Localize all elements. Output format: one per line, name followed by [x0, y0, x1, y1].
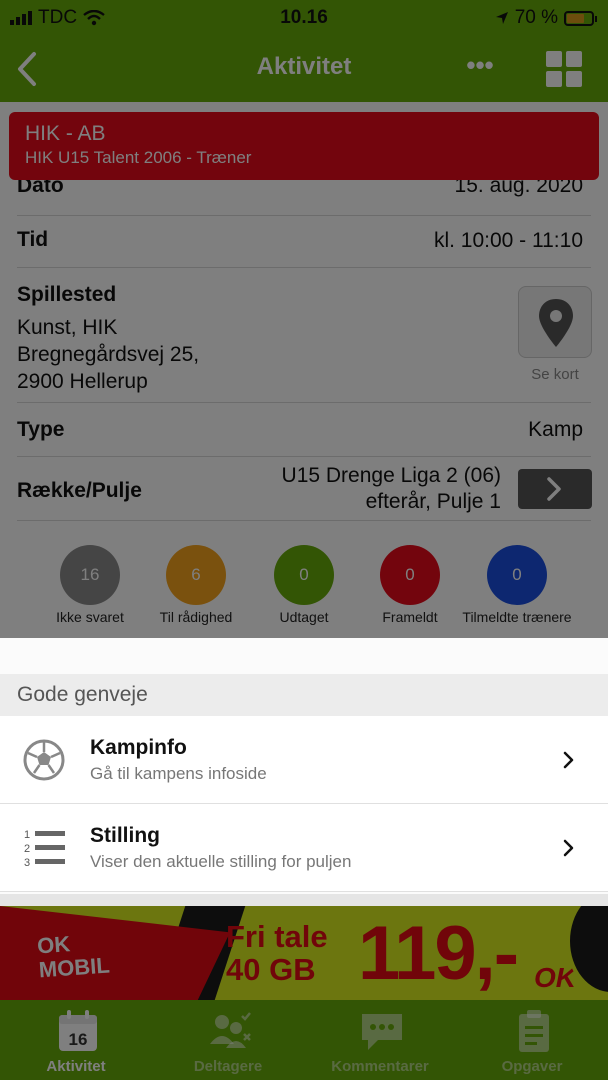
venue-city: 2900 Hellerup	[17, 370, 148, 393]
shortcut-subtitle: Viser den aktuelle stilling for puljen	[90, 852, 352, 871]
tab-aktivitet[interactable]: 16 Aktivitet	[0, 1000, 152, 1080]
page-title: Aktivitet	[256, 53, 352, 80]
stat-not-answered[interactable]: 16 Ikke svaret	[35, 545, 145, 626]
shortcut-title: Kampinfo	[90, 736, 187, 759]
ad-brand: OK MOBIL	[36, 931, 111, 983]
tab-label: Kommentarer	[331, 1058, 429, 1075]
time-row: Tid kl. 10:00 - 11:10	[17, 216, 591, 268]
event-title: HIK - AB	[25, 122, 106, 145]
event-header[interactable]: HIK - AB HIK U15 Talent 2006 - Træner	[9, 112, 599, 180]
stat-selected[interactable]: 0 Udtaget	[249, 545, 359, 626]
ranked-list-icon: 1 2 3	[24, 829, 65, 869]
ad-offer: Fri tale 40 GB	[226, 919, 328, 987]
chevron-right-icon	[563, 751, 574, 769]
stat-circle: 0	[380, 545, 440, 605]
map-pin-icon	[539, 299, 573, 347]
type-label: Type	[17, 418, 65, 441]
participants-icon	[210, 1012, 251, 1048]
svg-text:1: 1	[24, 829, 30, 841]
stat-circle: 16	[60, 545, 120, 605]
tab-opgaver[interactable]: Opgaver	[456, 1000, 608, 1080]
status-bar: TDC 10.16 70 %	[0, 0, 608, 36]
svg-text:2: 2	[24, 843, 30, 855]
battery-icon	[564, 10, 597, 26]
venue-address: Bregnegårdsvej 25,	[17, 343, 200, 366]
division-name: U15 Drenge Liga 2 (06)	[281, 464, 501, 487]
comments-icon	[362, 1014, 402, 1050]
soccer-ball-icon	[23, 739, 65, 781]
nav-bar: Aktivitet •••	[0, 36, 608, 102]
tab-deltagere[interactable]: Deltagere	[152, 1000, 304, 1080]
section-header: Gode genveje	[0, 674, 608, 716]
sheet-next-section	[0, 894, 608, 906]
division-label: Række/Pulje	[17, 479, 142, 502]
tab-label: Aktivitet	[46, 1058, 106, 1075]
battery-percent: 70 %	[514, 7, 558, 28]
stat-label: Frameldt	[382, 609, 438, 625]
stat-coaches[interactable]: 0 Tilmeldte trænere	[462, 545, 572, 626]
map-button-label: Se kort	[531, 366, 579, 383]
stat-declined[interactable]: 0 Frameldt	[355, 545, 465, 626]
tab-label: Deltagere	[193, 1058, 263, 1075]
shortcuts-sheet: Gode genveje Kampinfo Gå til kampens inf…	[0, 638, 608, 906]
time-value: kl. 10:00 - 11:10	[433, 229, 583, 252]
more-dots-icon[interactable]: •••	[462, 50, 498, 86]
division-arrow-button[interactable]	[518, 469, 592, 509]
chevron-right-icon	[547, 477, 561, 501]
tab-bar: 16 Aktivitet Deltagere Kommentarer Opgav…	[0, 1000, 608, 1080]
type-row: Type Kamp	[17, 403, 591, 457]
section-title: Gode genveje	[17, 683, 148, 706]
tasks-icon	[519, 1010, 549, 1052]
division-row: Række/Pulje U15 Drenge Liga 2 (06) efter…	[17, 457, 591, 521]
grid-icon[interactable]	[546, 51, 582, 87]
type-value: Kamp	[528, 418, 583, 441]
stat-label: Ikke svaret	[56, 609, 124, 625]
location-arrow-icon	[495, 12, 508, 24]
stat-label: Udtaget	[279, 609, 329, 625]
ad-suffix: OK	[534, 962, 576, 993]
stat-circle: 0	[274, 545, 334, 605]
venue-row: Spillested Kunst, HIK Bregnegårdsvej 25,…	[17, 268, 591, 403]
division-group: efterår, Pulje 1	[365, 490, 501, 513]
battery-fill	[567, 13, 584, 23]
calendar-icon: 16	[59, 1010, 97, 1051]
stat-circle: 6	[166, 545, 226, 605]
time-label: Tid	[17, 228, 49, 251]
ad-price: 119,-	[358, 911, 519, 996]
shortcut-kampinfo[interactable]: Kampinfo Gå til kampens infoside	[0, 716, 608, 804]
status-right: 70 %	[495, 7, 597, 29]
stat-label: Til rådighed	[159, 609, 233, 625]
stat-circle: 0	[487, 545, 547, 605]
tab-label: Opgaver	[501, 1058, 563, 1075]
venue-label: Spillested	[17, 283, 117, 306]
venue-name: Kunst, HIK	[17, 316, 118, 339]
shortcut-subtitle: Gå til kampens infoside	[90, 764, 267, 783]
activity-details: HIK - AB HIK U15 Talent 2006 - Træner Da…	[0, 102, 608, 638]
ad-banner[interactable]: OK MOBIL Fri tale 40 GB 119,- OK	[0, 906, 608, 1000]
attendance-stats: 16 Ikke svaret 6 Til rådighed 0 Udtaget …	[0, 545, 608, 638]
tab-kommentarer[interactable]: Kommentarer	[304, 1000, 456, 1080]
event-subtitle: HIK U15 Talent 2006 - Træner	[25, 148, 252, 167]
map-button[interactable]	[518, 286, 592, 358]
shortcut-title: Stilling	[90, 824, 160, 847]
stat-available[interactable]: 6 Til rådighed	[141, 545, 251, 626]
shortcut-stilling[interactable]: 1 2 3 Stilling Viser den aktuelle stilli…	[0, 804, 608, 892]
svg-text:16: 16	[69, 1030, 88, 1049]
svg-text:3: 3	[24, 857, 30, 869]
chevron-right-icon	[563, 839, 574, 857]
stat-label: Tilmeldte trænere	[462, 609, 572, 625]
